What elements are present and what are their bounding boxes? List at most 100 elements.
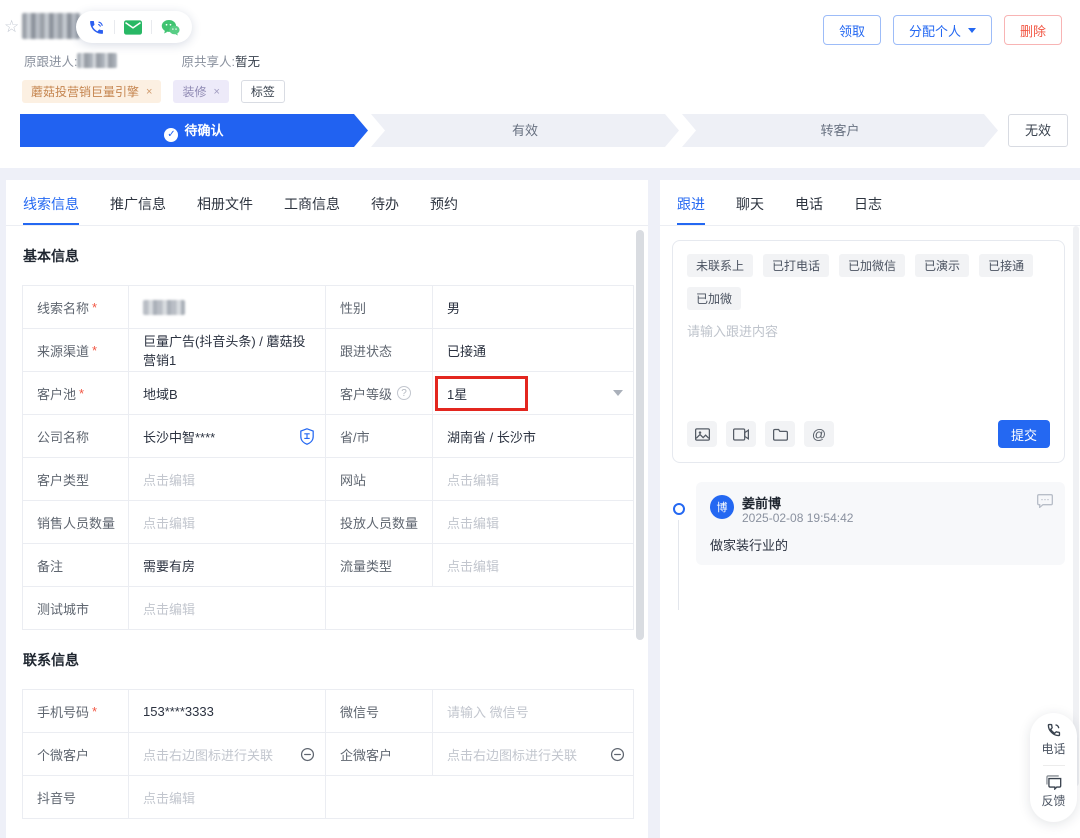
remark-field[interactable]: 需要有房 <box>129 544 326 586</box>
required-marker: * <box>92 343 97 358</box>
insert-file-folder-icon[interactable] <box>765 421 795 447</box>
stage-valid[interactable]: 有效 <box>371 114 679 147</box>
tab-lead-info[interactable]: 线索信息 <box>23 194 79 225</box>
claim-button[interactable]: 领取 <box>823 15 881 45</box>
table-row: 备注 需要有房 流量类型 点击编辑 <box>23 544 633 587</box>
quick-tag-called[interactable]: 已打电话 <box>763 254 829 277</box>
empty-cell <box>326 587 635 629</box>
favorite-star-icon[interactable]: ☆ <box>4 17 19 37</box>
company-verify-shield-icon[interactable] <box>299 428 315 445</box>
insert-video-icon[interactable] <box>726 421 756 447</box>
contact-info-table: 手机号码* 153****3333 微信号 请输入 微信号 个微客户 点击右边图… <box>22 689 634 819</box>
mobile-number-field[interactable]: 153****3333 <box>129 690 326 732</box>
tab-log[interactable]: 日志 <box>854 194 882 225</box>
empty-cell <box>326 776 635 818</box>
delete-button[interactable]: 删除 <box>1004 15 1062 45</box>
phone-icon[interactable] <box>88 19 105 36</box>
follow-up-textarea[interactable]: 请输入跟进内容 <box>673 310 1064 420</box>
field-label: 客户池* <box>23 372 129 414</box>
table-row: 抖音号 点击编辑 <box>23 776 633 819</box>
submit-button[interactable]: 提交 <box>998 420 1050 448</box>
divider <box>114 20 115 34</box>
gender-field[interactable]: 男 <box>433 286 635 328</box>
quick-tag-demoed[interactable]: 已演示 <box>915 254 969 277</box>
source-channel-field[interactable]: 巨量广告(抖音头条) / 蘑菇投营销1 <box>129 329 326 371</box>
customer-pool-field[interactable]: 地域B <box>129 372 326 414</box>
tag-row: 蘑菇投营销巨量引擎 × 装修 × 标签 <box>22 80 285 103</box>
mention-at-icon[interactable]: @ <box>804 421 834 447</box>
original-follower-redacted <box>77 53 117 68</box>
link-icon[interactable] <box>300 747 315 762</box>
float-phone-button[interactable]: 电话 <box>1030 713 1077 757</box>
mail-icon[interactable] <box>124 20 142 35</box>
lead-header: ☆ 领取 分配个人 删除 原跟进人: 原共享人: 暂无 蘑菇投营销巨量引擎 × … <box>0 0 1080 168</box>
table-row: 手机号码* 153****3333 微信号 请输入 微信号 <box>23 690 633 733</box>
chevron-down-icon <box>968 28 976 33</box>
tab-call[interactable]: 电话 <box>795 194 823 225</box>
field-label: 性别 <box>326 286 433 328</box>
field-label: 客户等级? <box>326 372 433 414</box>
tab-business-info[interactable]: 工商信息 <box>284 194 340 225</box>
wechat-icon[interactable] <box>161 19 180 36</box>
help-question-icon[interactable]: ? <box>397 386 411 400</box>
tab-todo[interactable]: 待办 <box>371 194 399 225</box>
stage-invalid-button[interactable]: 无效 <box>1008 114 1068 147</box>
company-name-field[interactable]: 长沙中智**** <box>129 415 326 457</box>
composer-toolbar: @ 提交 <box>673 420 1064 448</box>
field-label: 个微客户 <box>23 733 129 775</box>
field-label: 手机号码* <box>23 690 129 732</box>
float-feedback-button[interactable]: 反馈 <box>1030 766 1077 809</box>
origin-info: 原跟进人: 原共享人: 暂无 <box>24 51 260 70</box>
comment-bubble-icon[interactable] <box>1037 494 1053 513</box>
stage-pending-confirm[interactable]: ✓待确认 <box>20 114 368 147</box>
province-city-field[interactable]: 湖南省 / 长沙市 <box>433 415 635 457</box>
timeline-line <box>678 520 679 610</box>
quick-tag-wechat-added[interactable]: 已加微信 <box>839 254 905 277</box>
wechat-id-field[interactable]: 请输入 微信号 <box>433 690 635 732</box>
work-wechat-link-field[interactable]: 点击右边图标进行关联 <box>433 733 635 775</box>
traffic-type-field[interactable]: 点击编辑 <box>433 544 635 586</box>
customer-level-select[interactable]: 1星 <box>433 372 635 414</box>
tag-item: 蘑菇投营销巨量引擎 × <box>22 80 161 103</box>
field-label: 流量类型 <box>326 544 433 586</box>
field-label: 客户类型 <box>23 458 129 500</box>
table-row: 来源渠道* 巨量广告(抖音头条) / 蘑菇投营销1 跟进状态 已接通 <box>23 329 633 372</box>
test-city-field[interactable]: 点击编辑 <box>129 587 326 629</box>
redacted-value <box>143 300 185 315</box>
remove-tag-icon[interactable]: × <box>146 86 152 98</box>
required-marker: * <box>92 704 97 719</box>
tab-chat[interactable]: 聊天 <box>736 194 764 225</box>
tag-item: 装修 × <box>173 80 228 103</box>
tab-album-files[interactable]: 相册文件 <box>197 194 253 225</box>
personal-wechat-link-field[interactable]: 点击右边图标进行关联 <box>129 733 326 775</box>
section-title-contact: 联系信息 <box>23 650 648 670</box>
sales-staff-count-field[interactable]: 点击编辑 <box>129 501 326 543</box>
field-label: 省/市 <box>326 415 433 457</box>
header-actions: 领取 分配个人 删除 <box>823 15 1062 45</box>
quick-tag-not-reached[interactable]: 未联系上 <box>687 254 753 277</box>
right-panel-scrollbar[interactable] <box>1073 226 1079 786</box>
website-field[interactable]: 点击编辑 <box>433 458 635 500</box>
avatar: 博 <box>710 495 734 519</box>
stage-converted[interactable]: 转客户 <box>682 114 998 147</box>
add-tag-button[interactable]: 标签 <box>241 80 285 103</box>
follow-up-timestamp: 2025-02-08 19:54:42 <box>742 511 853 525</box>
field-label: 网站 <box>326 458 433 500</box>
lead-name-field[interactable] <box>129 286 326 328</box>
douyin-id-field[interactable]: 点击编辑 <box>129 776 326 818</box>
link-icon[interactable] <box>610 747 625 762</box>
tab-follow-up[interactable]: 跟进 <box>677 194 705 225</box>
insert-image-icon[interactable] <box>687 421 717 447</box>
tab-appointment[interactable]: 预约 <box>430 194 458 225</box>
remove-tag-icon[interactable]: × <box>213 86 219 98</box>
ad-staff-count-field[interactable]: 点击编辑 <box>433 501 635 543</box>
field-label: 抖音号 <box>23 776 129 818</box>
quick-tag-micro-added[interactable]: 已加微 <box>687 287 741 310</box>
follow-status-field[interactable]: 已接通 <box>433 329 635 371</box>
quick-tag-connected[interactable]: 已接通 <box>979 254 1033 277</box>
customer-type-field[interactable]: 点击编辑 <box>129 458 326 500</box>
assign-dropdown-button[interactable]: 分配个人 <box>893 15 992 45</box>
left-panel-scrollbar[interactable] <box>636 230 644 640</box>
field-label: 备注 <box>23 544 129 586</box>
tab-promotion-info[interactable]: 推广信息 <box>110 194 166 225</box>
